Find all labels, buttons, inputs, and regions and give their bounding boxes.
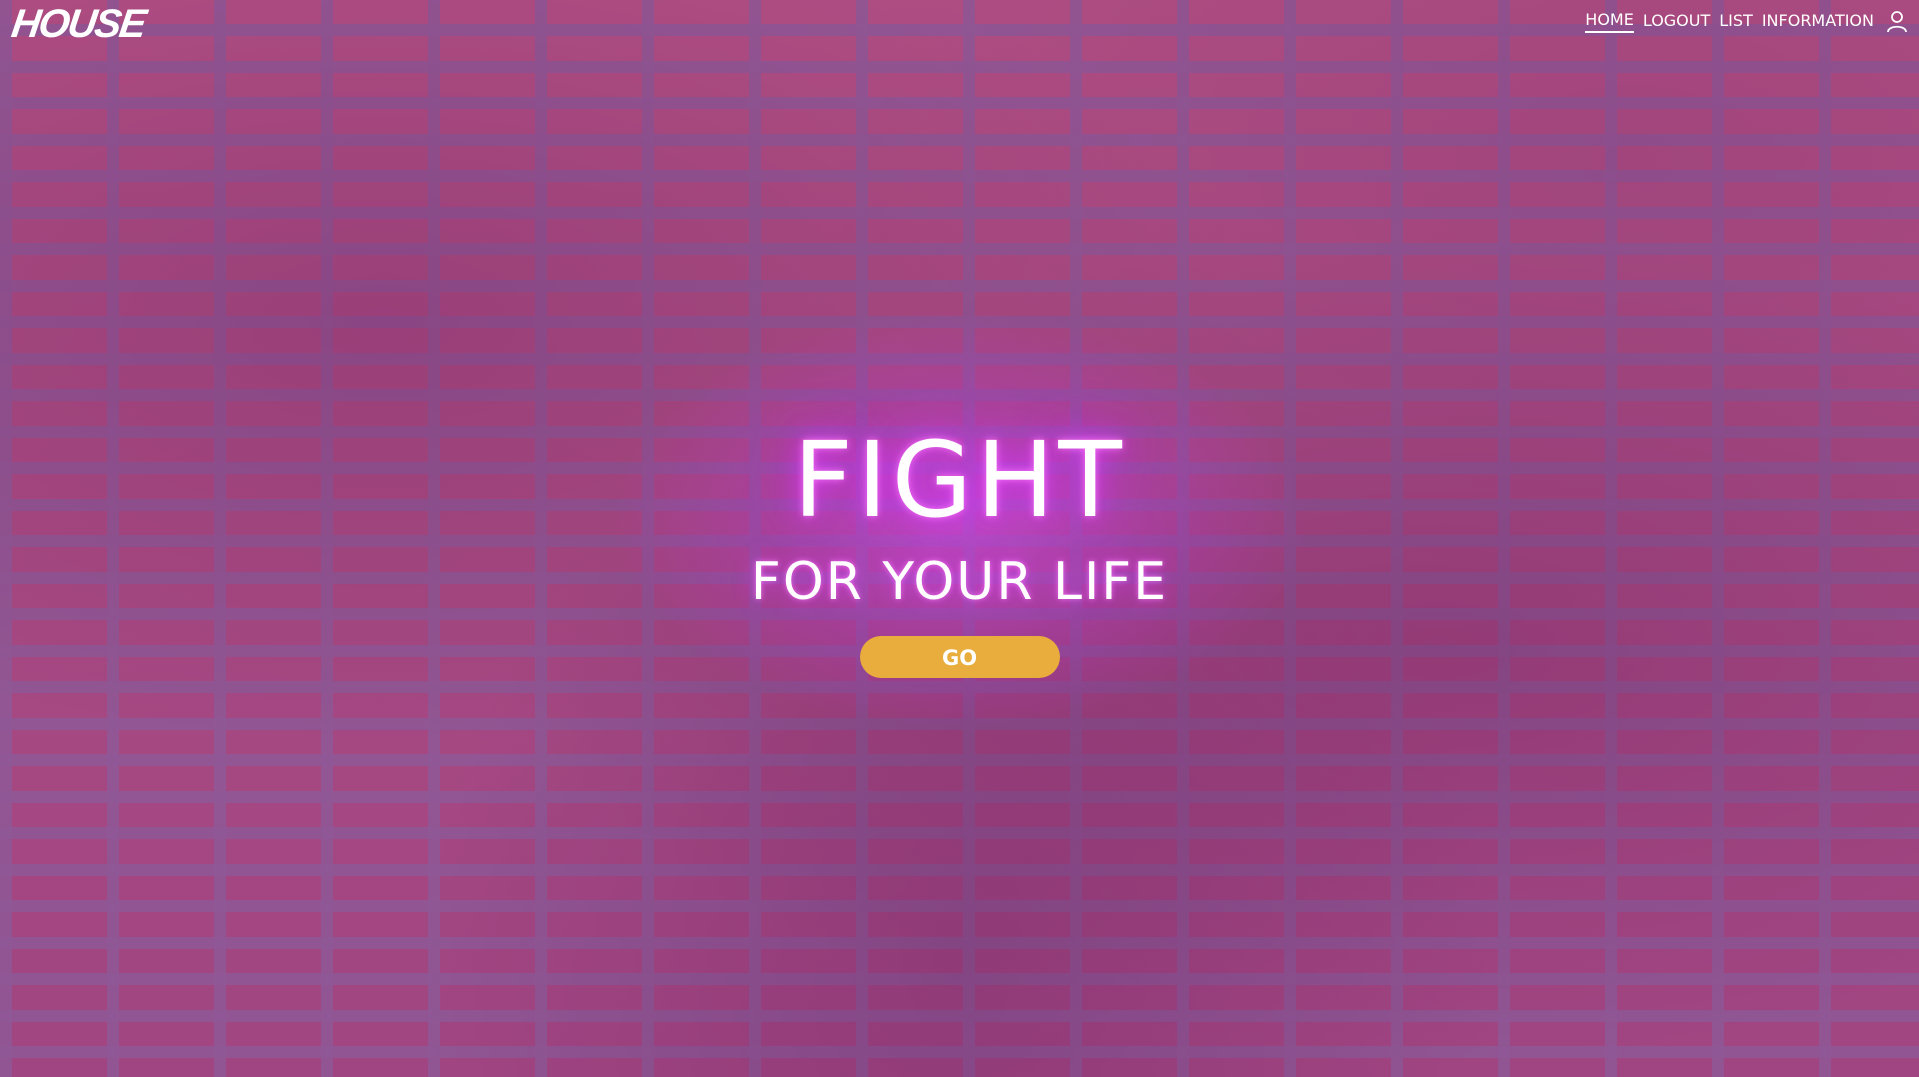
page: HOUSE HOME LOGOUT LIST INFORMATION FIGHT… [0,0,1919,1077]
hero-title: FIGHT [793,419,1126,541]
hero-subtitle: FOR YOUR LIFE [750,552,1169,612]
nav-logout[interactable]: LOGOUT [1643,11,1710,32]
main-nav: HOME LOGOUT LIST INFORMATION [1585,10,1907,33]
nav-information[interactable]: INFORMATION [1762,11,1874,32]
logo[interactable]: HOUSE [9,2,147,46]
user-icon[interactable] [1887,10,1907,33]
header: HOUSE HOME LOGOUT LIST INFORMATION [0,0,1919,50]
nav-list[interactable]: LIST [1719,11,1753,32]
go-button[interactable]: GO [859,636,1060,678]
nav-home[interactable]: HOME [1585,10,1634,33]
hero: FIGHT FOR YOUR LIFE GO [0,420,1919,678]
